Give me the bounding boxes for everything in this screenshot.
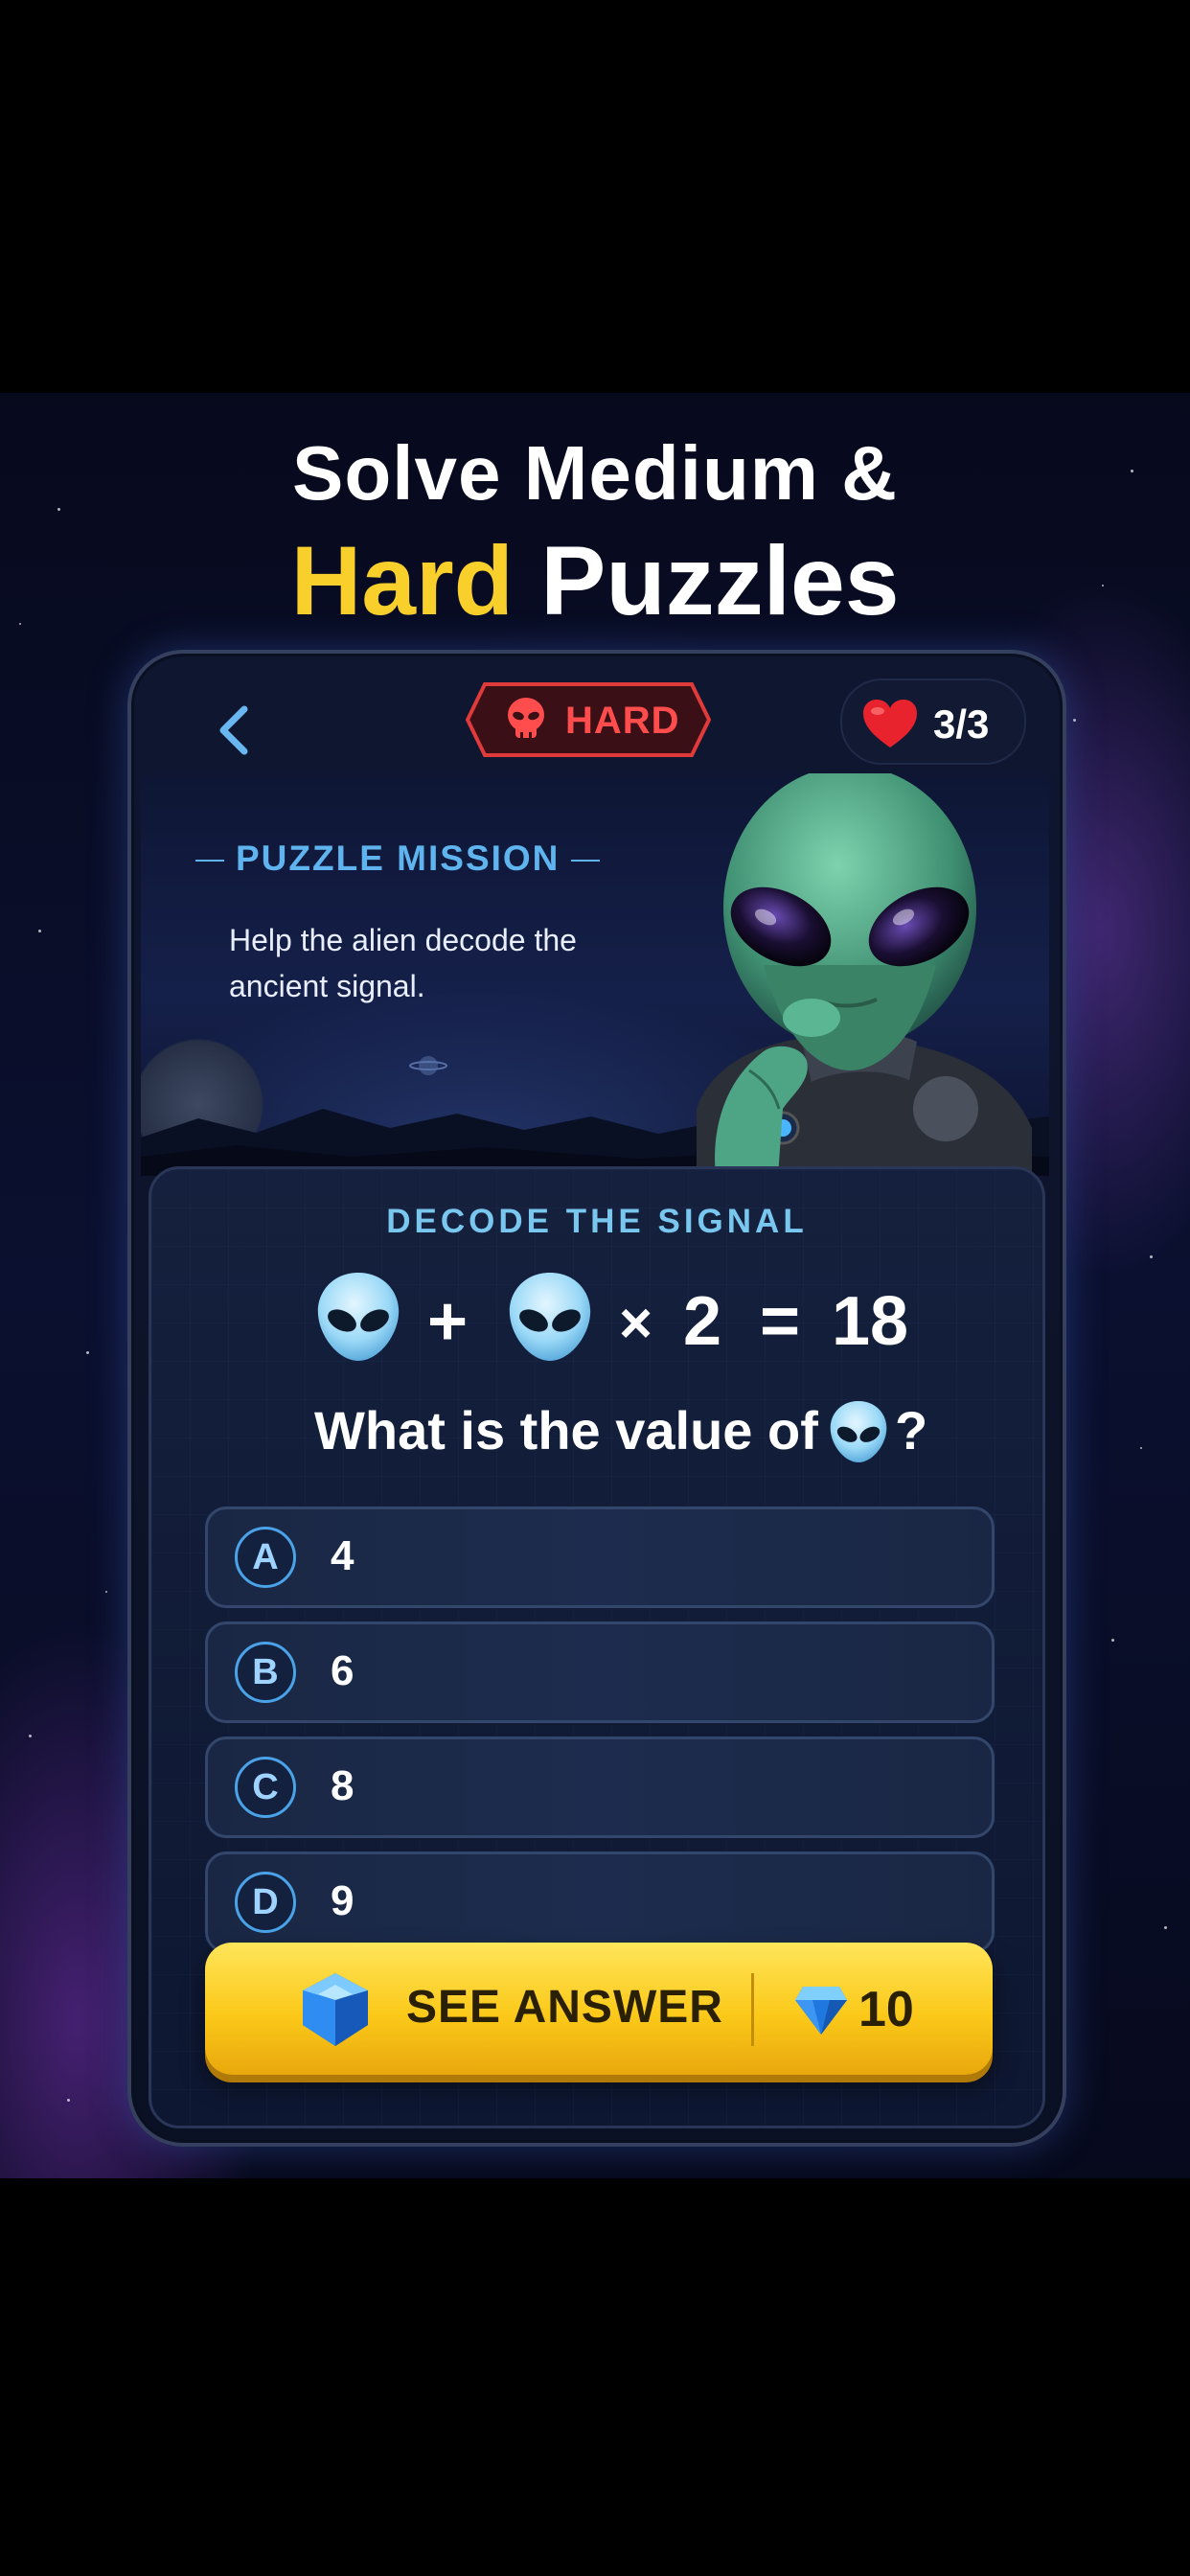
option-value: 6	[331, 1647, 355, 1694]
blue-gem-icon	[795, 1987, 847, 2035]
lives-value: 3/3	[933, 702, 990, 747]
alien-character	[697, 773, 1032, 1176]
blue-gem-icon	[303, 1973, 368, 2046]
equation-result: 18	[832, 1283, 909, 1360]
option-letter: D	[235, 1872, 296, 1933]
game-card: HARD 3/3 PUZZLE MISSION Help the alien d…	[127, 650, 1066, 2147]
mission-description: Help the alien decode the ancient signal…	[229, 923, 577, 1003]
see-answer-label: SEE ANSWER	[406, 1982, 723, 2033]
option-b[interactable]: B 6	[205, 1622, 995, 1723]
mission-title: PUZZLE MISSION	[184, 839, 611, 879]
answer-cost: 10	[858, 1982, 914, 2037]
option-d[interactable]: D 9	[205, 1852, 995, 1953]
times-sign: ×	[619, 1291, 653, 1355]
alien-head-icon	[317, 1273, 400, 1361]
small-planet	[409, 1056, 447, 1075]
headline-accent: Hard	[290, 526, 514, 635]
plus-sign: +	[427, 1283, 469, 1360]
multiplier: 2	[683, 1283, 722, 1360]
option-c[interactable]: C 8	[205, 1736, 995, 1838]
option-letter: A	[235, 1527, 296, 1588]
alien-skull-icon	[508, 698, 544, 738]
heart-icon	[863, 700, 917, 748]
equals-sign: =	[760, 1283, 801, 1360]
see-answer-button[interactable]: SEE ANSWER 10	[205, 1943, 993, 2075]
mission-banner: PUZZLE MISSION Help the alien decode the…	[141, 773, 1049, 1176]
headline-line1: Solve Medium &	[292, 430, 898, 516]
option-letter: C	[235, 1757, 296, 1818]
signal-equation: + × 2 = 18	[314, 1265, 908, 1370]
difficulty-badge: HARD	[464, 680, 713, 759]
back-button[interactable]	[198, 692, 275, 769]
option-value: 9	[331, 1877, 355, 1924]
chevron-left-icon	[219, 705, 248, 755]
puzzle-panel: DECODE THE SIGNAL + × 2 = 18 What is the…	[149, 1166, 1045, 2128]
alien-head-icon	[830, 1401, 887, 1462]
option-letter: B	[235, 1642, 296, 1703]
button-divider	[751, 1973, 754, 2046]
difficulty-label: HARD	[565, 700, 680, 742]
option-a[interactable]: A 4	[205, 1506, 995, 1608]
headline-rest: Puzzles	[540, 526, 900, 635]
headline-line2: Hard Puzzles	[0, 525, 1190, 637]
lives-counter: 3/3	[840, 678, 1026, 765]
option-value: 8	[331, 1762, 355, 1809]
option-value: 4	[331, 1532, 355, 1579]
alien-head-icon	[509, 1273, 591, 1361]
puzzle-title: DECODE THE SIGNAL	[386, 1203, 808, 1240]
